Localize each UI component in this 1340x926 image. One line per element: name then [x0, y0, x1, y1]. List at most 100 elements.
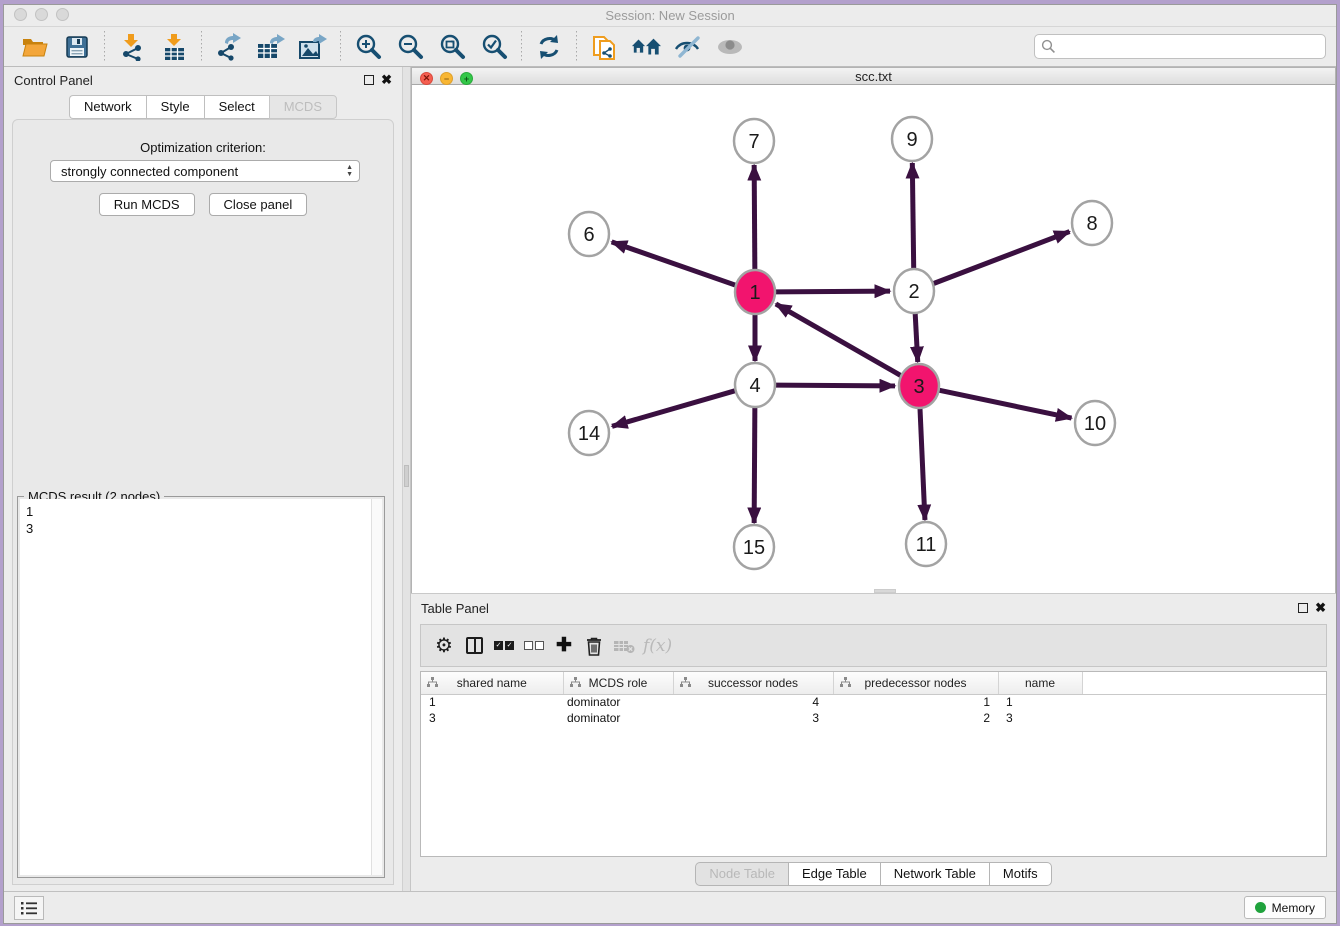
trash-icon[interactable]: [579, 631, 609, 661]
edge-2-9[interactable]: [912, 163, 913, 270]
refresh-icon[interactable]: [534, 32, 564, 62]
float-panel-icon[interactable]: [364, 75, 374, 85]
show-eye-icon[interactable]: [715, 32, 745, 62]
select-all-checkboxes-icon[interactable]: ✓✓: [489, 631, 519, 661]
edge-1-2[interactable]: [776, 291, 890, 292]
network-canvas[interactable]: 7968124314101511: [411, 85, 1336, 593]
edge-1-7[interactable]: [754, 165, 755, 271]
window-controls: [14, 8, 69, 21]
open-folder-icon[interactable]: [20, 32, 50, 62]
result-scrollbar[interactable]: [371, 499, 382, 875]
mcds-panel-body: Optimization criterion: strongly connect…: [12, 119, 394, 885]
control-tab-style[interactable]: Style: [146, 95, 204, 119]
control-panel-tabs: NetworkStyleSelectMCDS: [4, 93, 402, 119]
canvas-splitter-grip[interactable]: [874, 589, 896, 593]
control-panel-header: Control Panel ✖: [4, 67, 402, 93]
close-panel-button[interactable]: Close panel: [209, 193, 308, 216]
table-panel-header: Table Panel ✖: [411, 594, 1336, 622]
table-tab-node-table[interactable]: Node Table: [695, 862, 788, 886]
control-tab-network[interactable]: Network: [69, 95, 146, 119]
zoom-in-icon[interactable]: [353, 32, 383, 62]
gear-icon[interactable]: ⚙: [429, 631, 459, 661]
edge-4-3[interactable]: [776, 385, 895, 386]
node-label-11: 11: [916, 534, 937, 556]
close-panel-icon[interactable]: ✖: [381, 75, 392, 85]
toolbar-separator: [521, 31, 522, 63]
minimize-window-button[interactable]: [35, 8, 48, 21]
zoom-window-button[interactable]: [56, 8, 69, 21]
toolbar-separator: [104, 31, 105, 63]
column-header-successor-nodes[interactable]: successor nodes: [673, 672, 833, 694]
table-tab-network-table[interactable]: Network Table: [880, 862, 989, 886]
close-table-panel-icon[interactable]: ✖: [1315, 603, 1326, 613]
node-label-6: 6: [583, 224, 594, 246]
export-network-icon[interactable]: [214, 32, 244, 62]
edge-3-10[interactable]: [940, 390, 1072, 418]
edge-1-6[interactable]: [612, 242, 736, 285]
zoom-out-icon[interactable]: [395, 32, 425, 62]
deselect-all-checkboxes-icon[interactable]: [519, 631, 549, 661]
hide-eye-icon[interactable]: [673, 32, 703, 62]
add-column-icon[interactable]: ✚: [549, 631, 579, 661]
table-row[interactable]: 1dominator411: [421, 694, 1326, 710]
toolbar-separator: [201, 31, 202, 63]
float-table-panel-icon[interactable]: [1298, 603, 1308, 613]
column-header-MCDS-role[interactable]: MCDS role: [563, 672, 673, 694]
network-minimize-button[interactable]: −: [440, 72, 453, 85]
node-label-7: 7: [748, 131, 759, 153]
column-header-name[interactable]: name: [998, 672, 1082, 694]
export-image-icon[interactable]: [298, 32, 328, 62]
main-toolbar: [4, 27, 1336, 67]
column-header-empty: [1082, 672, 1326, 694]
column-header-shared-name[interactable]: shared name: [421, 672, 563, 694]
network-maximize-button[interactable]: +: [460, 72, 473, 85]
node-label-8: 8: [1086, 213, 1097, 235]
panel-splitter[interactable]: [402, 67, 411, 891]
node-table[interactable]: shared nameMCDS rolesuccessor nodesprede…: [421, 672, 1326, 726]
control-tab-mcds[interactable]: MCDS: [269, 95, 337, 119]
edge-3-1[interactable]: [776, 304, 901, 376]
table-row[interactable]: 3dominator323: [421, 710, 1326, 726]
search-input[interactable]: [1034, 34, 1326, 59]
zoom-selected-icon[interactable]: [479, 32, 509, 62]
list-icon: [21, 901, 37, 915]
table-tab-motifs[interactable]: Motifs: [989, 862, 1052, 886]
mcds-result-list[interactable]: 1 3: [20, 499, 371, 875]
network-close-button[interactable]: ✕: [420, 72, 433, 85]
edge-4-15[interactable]: [754, 406, 755, 523]
table-panel-title: Table Panel: [421, 601, 489, 616]
network-graph[interactable]: 7968124314101511: [412, 85, 1338, 588]
search-container: [1034, 34, 1326, 59]
control-tab-select[interactable]: Select: [204, 95, 269, 119]
show-columns-icon[interactable]: [459, 631, 489, 661]
run-mcds-button[interactable]: Run MCDS: [99, 193, 195, 216]
memory-button[interactable]: Memory: [1244, 896, 1326, 919]
application-window: Session: New Session: [3, 4, 1337, 924]
edge-3-11[interactable]: [920, 407, 925, 520]
houses-icon[interactable]: [631, 32, 661, 62]
optimization-criterion-select[interactable]: strongly connected component ▲▼: [50, 160, 360, 182]
export-table-icon[interactable]: [256, 32, 286, 62]
column-header-predecessor-nodes[interactable]: predecessor nodes: [833, 672, 998, 694]
import-network-icon[interactable]: [117, 32, 147, 62]
table-panel: Table Panel ✖ ⚙ ✓✓ ✚: [411, 594, 1336, 891]
save-icon[interactable]: [62, 32, 92, 62]
chevron-up-down-icon: ▲▼: [346, 164, 353, 178]
control-panel: Control Panel ✖ NetworkStyleSelectMCDS O…: [4, 67, 402, 891]
zoom-fit-icon[interactable]: [437, 32, 467, 62]
table-tabs: Node TableEdge TableNetwork TableMotifs: [411, 862, 1336, 886]
edge-4-14[interactable]: [612, 391, 735, 427]
task-history-button[interactable]: [14, 896, 44, 920]
network-window-titlebar[interactable]: ✕ − + scc.txt: [411, 67, 1336, 85]
close-window-button[interactable]: [14, 8, 27, 21]
edge-2-8[interactable]: [934, 232, 1070, 284]
node-label-15: 15: [743, 537, 765, 559]
import-table-icon[interactable]: [159, 32, 189, 62]
first-neighbors-icon[interactable]: [589, 32, 619, 62]
node-label-4: 4: [749, 375, 760, 397]
mcds-result-group: MCDS result (2 nodes) 1 3: [17, 496, 385, 878]
table-tab-edge-table[interactable]: Edge Table: [788, 862, 880, 886]
network-window-title: scc.txt: [855, 69, 892, 84]
edge-2-3[interactable]: [915, 312, 918, 362]
node-label-10: 10: [1084, 413, 1106, 435]
